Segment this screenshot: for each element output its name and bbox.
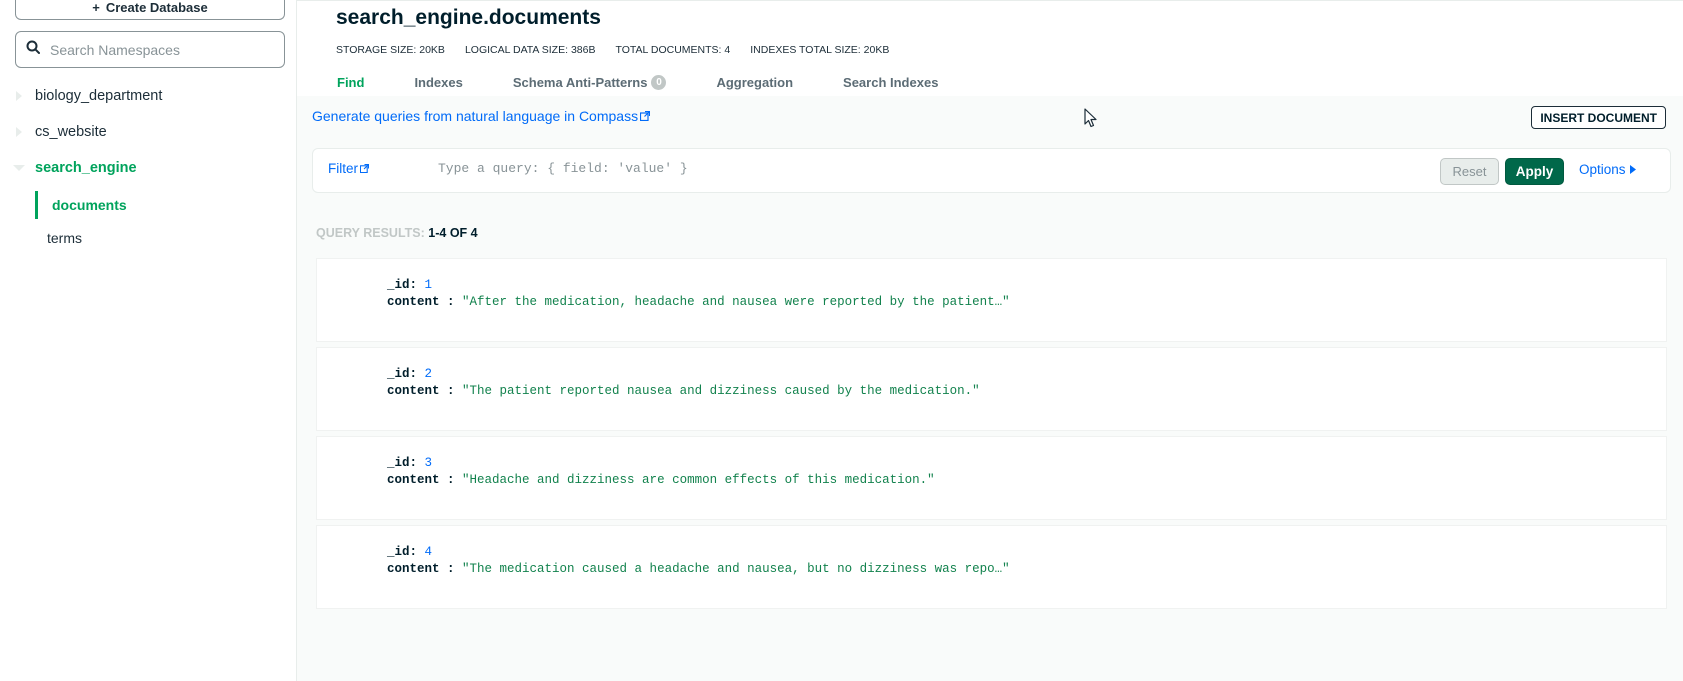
document-id: 2: [424, 367, 433, 381]
document-id-line: _id: 2: [387, 367, 433, 381]
document-content-line: content : "The medication caused a heada…: [387, 562, 1010, 576]
count-badge: 0: [651, 75, 667, 90]
total-documents-stat: TOTAL DOCUMENTS: 4: [615, 44, 731, 56]
reset-button[interactable]: Reset: [1440, 158, 1499, 185]
generate-queries-label: Generate queries from natural language i…: [312, 108, 639, 124]
document-content: "After the medication, headache and naus…: [462, 295, 1010, 309]
sidebar-item-cs-website[interactable]: cs_website: [0, 117, 296, 147]
generate-queries-link[interactable]: Generate queries from natural language i…: [312, 108, 651, 124]
document-content-line: content : "Headache and dizziness are co…: [387, 473, 935, 487]
sidebar-collection-documents[interactable]: documents: [35, 191, 296, 219]
caret-right-icon[interactable]: [0, 127, 35, 137]
database-name: biology_department: [35, 88, 163, 104]
document-card[interactable]: _id: 4 content : "The medication caused …: [316, 525, 1667, 609]
filter-label: Filter: [328, 161, 358, 176]
search-namespaces-field[interactable]: [15, 31, 285, 68]
document-card[interactable]: _id: 1 content : "After the medication, …: [316, 258, 1667, 342]
collection-name: documents: [52, 197, 127, 213]
storage-size-stat: STORAGE SIZE: 20KB: [336, 44, 445, 56]
plus-icon: +: [92, 0, 100, 15]
mouse-cursor-icon: [1084, 108, 1098, 133]
collection-header: search_engine.documents STORAGE SIZE: 20…: [297, 0, 1683, 96]
tab-find[interactable]: Find: [337, 75, 364, 90]
filter-link[interactable]: Filter: [328, 161, 370, 176]
query-results-summary: QUERY RESULTS: 1-4 OF 4: [316, 226, 478, 240]
query-input[interactable]: [438, 161, 1338, 176]
tab-label: Schema Anti-Patterns: [512, 75, 648, 90]
document-card[interactable]: _id: 3 content : "Headache and dizziness…: [316, 436, 1667, 520]
tab-schema-anti-patterns[interactable]: Schema Anti-Patterns 0: [513, 75, 667, 90]
caret-right-icon[interactable]: [0, 91, 35, 101]
find-workspace: Generate queries from natural language i…: [297, 96, 1683, 681]
document-content-line: content : "After the medication, headach…: [387, 295, 1010, 309]
collection-tabs: Find Indexes Schema Anti-Patterns 0 Aggr…: [337, 75, 988, 90]
options-toggle[interactable]: Options: [1579, 162, 1636, 177]
sidebar-collection-terms[interactable]: terms: [35, 224, 296, 252]
indexes-size-stat: INDEXES TOTAL SIZE: 20KB: [750, 44, 890, 56]
database-name: search_engine: [35, 160, 137, 176]
options-label: Options: [1579, 162, 1626, 177]
page-title: search_engine.documents: [336, 6, 601, 29]
search-namespaces-input[interactable]: [50, 41, 270, 58]
document-id-line: _id: 4: [387, 545, 433, 559]
document-content: "The medication caused a headache and na…: [462, 562, 1010, 576]
document-id: 3: [424, 456, 433, 470]
sidebar-item-search-engine[interactable]: search_engine: [0, 153, 296, 183]
document-id: 1: [424, 278, 433, 292]
tab-indexes[interactable]: Indexes: [414, 75, 462, 90]
document-content: "The patient reported nausea and dizzine…: [462, 384, 980, 398]
document-id-line: _id: 3: [387, 456, 433, 470]
tab-aggregation[interactable]: Aggregation: [716, 75, 793, 90]
main-panel: search_engine.documents STORAGE SIZE: 20…: [297, 0, 1683, 681]
tab-search-indexes[interactable]: Search Indexes: [843, 75, 938, 90]
create-database-button[interactable]: + Create Database: [15, 0, 285, 20]
external-link-icon: [359, 161, 370, 176]
sidebar: + Create Database biology_department cs_…: [0, 0, 297, 681]
insert-document-button[interactable]: INSERT DOCUMENT: [1531, 106, 1666, 129]
create-database-label: Create Database: [105, 0, 208, 15]
collection-stats: STORAGE SIZE: 20KB LOGICAL DATA SIZE: 38…: [336, 44, 889, 56]
caret-down-icon[interactable]: [0, 164, 35, 172]
logical-size-stat: LOGICAL DATA SIZE: 386B: [464, 44, 596, 56]
document-content: "Headache and dizziness are common effec…: [462, 473, 935, 487]
search-icon: [26, 40, 40, 59]
document-card[interactable]: _id: 2 content : "The patient reported n…: [316, 347, 1667, 431]
sidebar-item-biology-department[interactable]: biology_department: [0, 81, 296, 111]
database-name: cs_website: [35, 124, 107, 140]
external-link-icon: [639, 108, 651, 124]
query-bar: Filter Reset Apply Options: [312, 148, 1671, 193]
results-label: QUERY RESULTS:: [316, 226, 425, 240]
document-id: 4: [424, 545, 433, 559]
collection-name: terms: [47, 230, 82, 246]
document-id-line: _id: 1: [387, 278, 433, 292]
document-content-line: content : "The patient reported nausea a…: [387, 384, 980, 398]
caret-right-icon: [1629, 162, 1636, 177]
results-range: 1-4 OF 4: [428, 226, 478, 240]
apply-button[interactable]: Apply: [1505, 158, 1564, 185]
